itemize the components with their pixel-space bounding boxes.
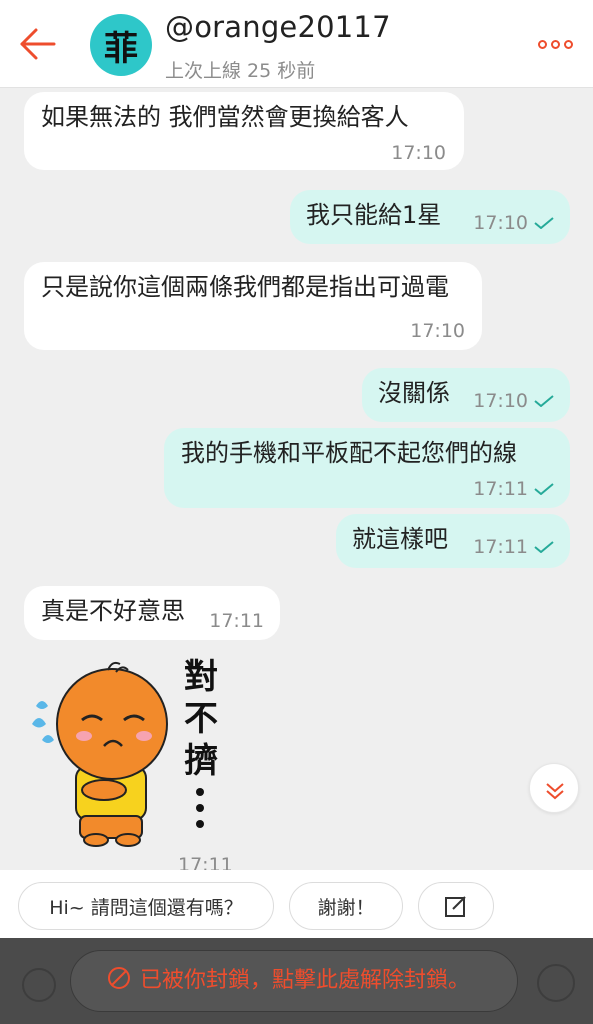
message-time: 17:11 [473, 536, 528, 558]
message-time: 17:11 [209, 610, 264, 632]
svg-text:擠: 擠 [184, 741, 218, 781]
more-icon[interactable] [535, 34, 575, 54]
quick-reply-chip[interactable]: 謝謝！ [289, 882, 403, 930]
message-time: 17:10 [473, 212, 528, 234]
unblock-link[interactable]: 已被你封鎖，點擊此處解除封鎖。 [106, 962, 470, 994]
check-icon [534, 541, 554, 553]
message-incoming[interactable]: 如果無法的 我們當然會更換給客人 17:10 [24, 92, 464, 170]
back-arrow-icon[interactable] [18, 22, 58, 66]
edit-quick-reply-button[interactable] [418, 882, 494, 930]
message-text: 沒關係 [378, 379, 450, 407]
avatar[interactable]: 菲 [90, 14, 152, 76]
sticker-image[interactable]: 對 不 擠 [24, 650, 244, 860]
message-outgoing[interactable]: 我只能給1星 17:10 [290, 190, 570, 244]
last-seen-status: 上次上線 25 秒前 [165, 60, 316, 82]
message-text: 只是說你這個兩條我們都是指出可過電 [41, 273, 449, 301]
message-text: 真是不好意思 [41, 597, 185, 625]
edit-icon [445, 896, 466, 917]
blocked-notice-text: 已被你封鎖，點擊此處解除封鎖。 [140, 968, 471, 993]
scroll-to-bottom-button[interactable] [529, 763, 579, 813]
message-outgoing[interactable]: 就這樣吧 17:11 [336, 514, 570, 568]
check-icon [534, 395, 554, 407]
message-text: 就這樣吧 [352, 525, 448, 553]
message-outgoing[interactable]: 我的手機和平板配不起您們的線 17:11 [164, 428, 570, 508]
message-text: 如果無法的 我們當然會更換給客人 [41, 103, 409, 131]
plus-icon [22, 968, 56, 1002]
check-icon [534, 483, 554, 495]
svg-text:對: 對 [184, 657, 218, 697]
quick-reply-bar: Hi~ 請問這個還有嗎？ 謝謝！ [0, 870, 593, 938]
avatar-text: 菲 [104, 28, 138, 69]
message-incoming[interactable]: 真是不好意思 17:11 [24, 586, 280, 640]
message-time: 17:10 [410, 320, 465, 342]
check-icon [534, 217, 554, 229]
message-time: 17:10 [473, 390, 528, 412]
emoji-icon [537, 964, 575, 1002]
message-time: 17:10 [391, 142, 446, 164]
chat-header: 菲 @orange20117 上次上線 25 秒前 [0, 0, 593, 88]
quick-reply-chip[interactable]: Hi~ 請問這個還有嗎？ [18, 882, 274, 930]
message-outgoing[interactable]: 沒關係 17:10 [362, 368, 570, 422]
message-time: 17:11 [473, 478, 528, 500]
message-text: 我的手機和平板配不起您們的線 [181, 439, 517, 467]
message-incoming[interactable]: 只是說你這個兩條我們都是指出可過電 17:10 [24, 262, 482, 350]
message-text: 我只能給1星 [306, 201, 442, 229]
svg-text:不: 不 [184, 699, 218, 739]
double-chevron-down-icon [546, 783, 564, 800]
chat-username[interactable]: @orange20117 [165, 10, 391, 44]
blocked-icon [108, 967, 130, 989]
